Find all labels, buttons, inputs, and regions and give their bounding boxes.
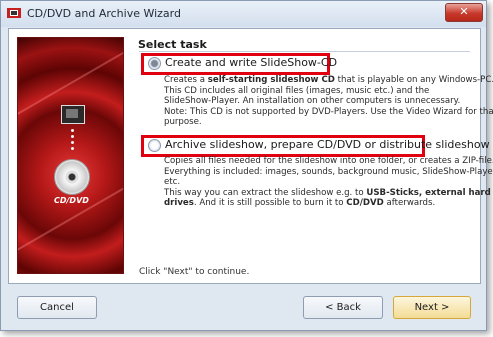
option-create-slideshow-cd-label[interactable]: Create and write SlideShow-CD [165,56,337,69]
description-line: This way you can extract the slideshow e… [164,187,491,198]
title-bar[interactable]: CD/DVD and Archive Wizard ✕ [1,1,486,27]
connector-dot [71,147,74,150]
connector-dot [71,135,74,138]
radio-create-slideshow-cd[interactable] [148,57,161,70]
next-button[interactable]: Next > [393,296,471,319]
title-divider [139,51,470,52]
cancel-button[interactable]: Cancel [17,296,97,319]
description-line: Creates a self-starting slideshow CD tha… [164,75,493,85]
connector-dot [71,129,74,132]
description-line: etc. [164,177,181,187]
description-line: purpose. [164,117,202,127]
app-icon [7,8,21,18]
description-line: Copies all files needed for the slidesho… [164,156,493,166]
continue-hint: Click "Next" to continue. [139,267,250,277]
back-button[interactable]: < Back [303,296,383,319]
option-archive-slideshow-label[interactable]: Archive slideshow, prepare CD/DVD or dis… [165,138,490,151]
disc-icon [54,159,90,195]
description-line: Everything is included: images, sounds, … [164,166,493,177]
close-button[interactable]: ✕ [445,3,483,22]
slideshow-icon [61,105,85,124]
window-title: CD/DVD and Archive Wizard [27,7,181,20]
radio-archive-slideshow[interactable] [148,139,161,152]
disc-label: CD/DVD [54,196,89,205]
option-create-slideshow-cd-description: Creates a self-starting slideshow CD tha… [164,75,493,128]
wizard-window: CD/DVD and Archive Wizard ✕ CD/DVD Selec… [0,0,493,331]
description-line: drives. And it is still possible to burn… [164,198,436,208]
section-title: Select task [138,38,207,51]
description-line: SlideShow-Player. An installation on oth… [164,96,461,106]
description-line: This CD includes all original files (ima… [164,85,430,96]
connector-dot [71,141,74,144]
description-line: Note: This CD is not supported by DVD-Pl… [164,106,493,117]
wizard-panel: CD/DVD Select task Create and write Slid… [8,28,493,284]
close-icon: ✕ [459,5,469,18]
sidebar-image: CD/DVD [17,37,124,274]
option-archive-slideshow-description: Copies all files needed for the slidesho… [164,156,493,209]
